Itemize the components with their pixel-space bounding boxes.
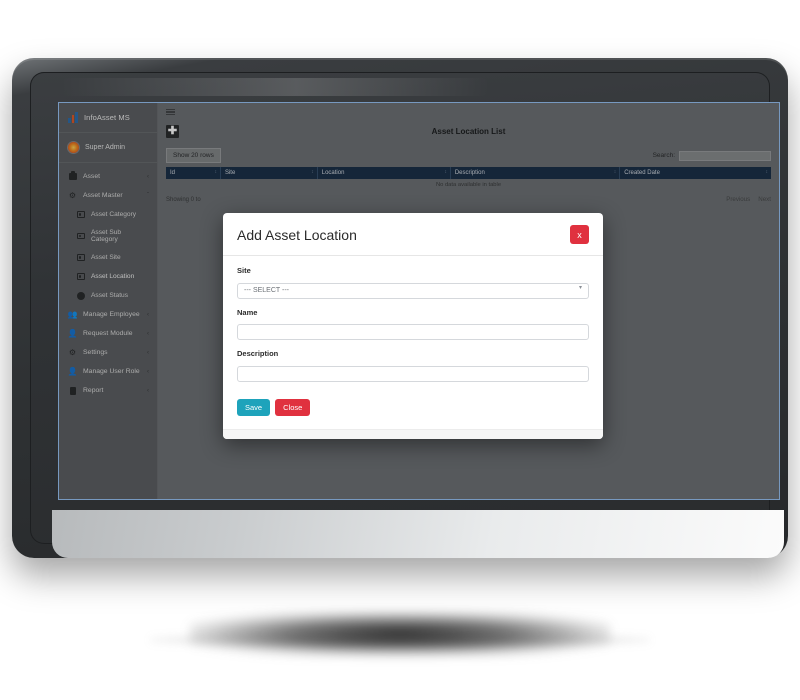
app-window: InfoAsset MS Super Admin Asset ‹ ⚙ Asset… (59, 103, 779, 499)
cancel-button[interactable]: Close (275, 398, 311, 416)
modal-title: Add Asset Location (237, 226, 357, 243)
field-site: Site ▾ (237, 266, 589, 299)
site-select-wrap: ▾ (237, 279, 589, 299)
name-label: Name (237, 307, 258, 317)
name-input[interactable] (237, 324, 589, 340)
field-description: Description (237, 349, 589, 382)
save-button[interactable]: Save (237, 398, 271, 416)
monitor-bezel: InfoAsset MS Super Admin Asset ‹ ⚙ Asset… (30, 72, 784, 558)
site-label: Site (237, 266, 251, 275)
modal-actions: Save Close (223, 397, 603, 429)
add-asset-location-modal: Add Asset Location x Site ▾ (223, 213, 603, 439)
bezel-highlight (60, 78, 490, 96)
monitor-frame: InfoAsset MS Super Admin Asset ‹ ⚙ Asset… (12, 58, 788, 564)
monitor-screen: InfoAsset MS Super Admin Asset ‹ ⚙ Asset… (58, 102, 780, 500)
modal-header: Add Asset Location x (223, 213, 603, 256)
screenshot-stage: InfoAsset MS Super Admin Asset ‹ ⚙ Asset… (0, 0, 800, 700)
field-name: Name (237, 307, 589, 340)
site-select[interactable] (237, 282, 589, 299)
modal-body: Site ▾ Name Descri (223, 256, 603, 397)
close-icon[interactable]: x (570, 225, 589, 244)
monitor-chin (52, 510, 784, 558)
monitor-floor-shadow (150, 632, 650, 648)
modal-footer (223, 428, 603, 439)
description-input[interactable] (237, 365, 589, 382)
description-label: Description (237, 349, 279, 358)
